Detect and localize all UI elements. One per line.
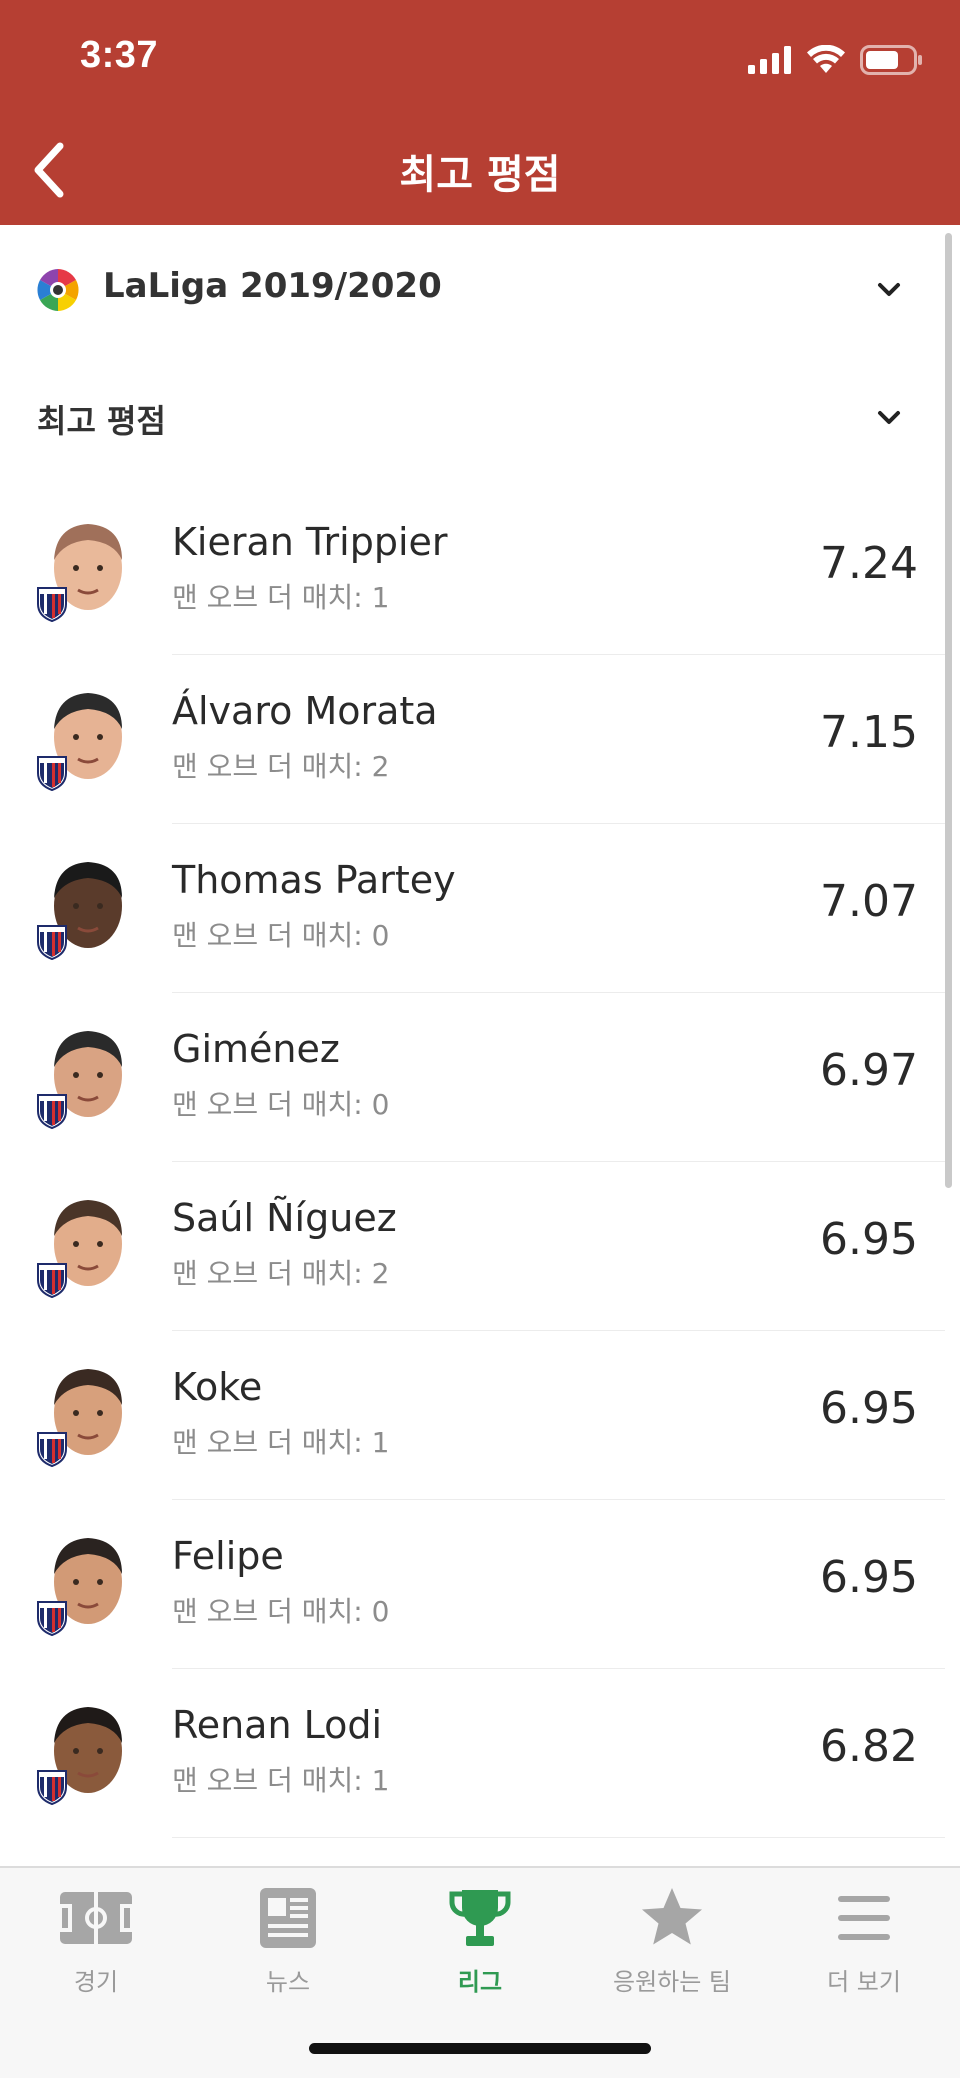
team-badge-icon (37, 925, 67, 960)
league-label: LaLiga 2019/2020 (103, 266, 442, 306)
chevron-down-icon (878, 283, 900, 296)
team-badge-icon (37, 1601, 67, 1636)
player-rating: 6.82 (820, 1721, 918, 1772)
screen: 3:37 최고 평점 LaLiga 2019/2020 최고 평점 Kieran… (0, 0, 960, 2078)
scrollbar[interactable] (945, 233, 952, 1188)
player-rating: 7.07 (820, 876, 918, 927)
player-row[interactable]: Saúl Ñíguez 맨 오브 더 매치: 2 6.95 (0, 1162, 945, 1331)
status-bar: 3:37 (0, 0, 960, 120)
tab-news[interactable]: 뉴스 (192, 1886, 384, 2006)
player-motm-count: 맨 오브 더 매치: 1 (172, 1764, 390, 1797)
tab-favorite-teams[interactable]: 응원하는 팀 (576, 1886, 768, 2006)
pitch-icon (58, 1892, 134, 1944)
tab-label: 리그 (457, 1968, 503, 1996)
player-motm-count: 맨 오브 더 매치: 2 (172, 1257, 390, 1290)
chevron-down-icon (878, 411, 900, 424)
player-name: Thomas Partey (172, 858, 456, 902)
team-badge-icon (37, 1770, 67, 1805)
player-row[interactable]: Koke 맨 오브 더 매치: 1 6.95 (0, 1331, 945, 1500)
player-row[interactable]: Álvaro Morata 맨 오브 더 매치: 2 7.15 (0, 655, 945, 824)
player-name: Giménez (172, 1027, 340, 1071)
player-name: Felipe (172, 1534, 284, 1578)
row-divider (172, 1837, 945, 1838)
player-row[interactable]: Felipe 맨 오브 더 매치: 0 6.95 (0, 1500, 945, 1669)
player-motm-count: 맨 오브 더 매치: 0 (172, 1595, 390, 1628)
team-badge-icon (37, 1094, 67, 1129)
player-motm-count: 맨 오브 더 매치: 2 (172, 750, 390, 783)
player-motm-count: 맨 오브 더 매치: 0 (172, 1088, 390, 1121)
player-motm-count: 맨 오브 더 매치: 0 (172, 919, 390, 952)
player-motm-count: 맨 오브 더 매치: 1 (172, 581, 390, 614)
menu-icon (838, 1896, 890, 1940)
battery-icon (860, 45, 922, 75)
tab-more[interactable]: 더 보기 (768, 1886, 960, 2006)
player-name: Álvaro Morata (172, 689, 438, 733)
player-row[interactable]: Kieran Trippier 맨 오브 더 매치: 1 7.24 (0, 486, 945, 655)
page-title: 최고 평점 (399, 152, 561, 198)
player-rating: 6.95 (820, 1552, 918, 1603)
player-row[interactable]: Giménez 맨 오브 더 매치: 0 6.97 (0, 993, 945, 1162)
tab-label: 응원하는 팀 (612, 1968, 732, 1996)
team-badge-icon (37, 1263, 67, 1298)
stat-category-selector[interactable]: 최고 평점 (0, 362, 945, 472)
player-rating: 6.97 (820, 1045, 918, 1096)
league-selector[interactable]: LaLiga 2019/2020 (0, 234, 945, 344)
team-badge-icon (37, 587, 67, 622)
player-row[interactable]: Thomas Partey 맨 오브 더 매치: 0 7.07 (0, 824, 945, 993)
tab-label: 더 보기 (827, 1968, 901, 1996)
team-badge-icon (37, 756, 67, 791)
star-icon (642, 1888, 702, 1945)
player-rating: 7.15 (820, 707, 918, 758)
home-indicator (309, 2043, 651, 2054)
status-time: 3:37 (80, 34, 159, 76)
wifi-icon (807, 45, 845, 73)
player-row[interactable]: Renan Lodi 맨 오브 더 매치: 1 6.82 (0, 1669, 945, 1838)
laliga-logo (37, 269, 79, 311)
team-badge-icon (37, 1432, 67, 1467)
trophy-icon (449, 1890, 511, 1946)
category-label: 최고 평점 (37, 402, 166, 440)
player-name: Kieran Trippier (172, 520, 448, 564)
tab-matches[interactable]: 경기 (0, 1886, 192, 2006)
news-icon (260, 1888, 316, 1948)
nav-bar: 최고 평점 (0, 120, 960, 225)
header: 3:37 최고 평점 (0, 0, 960, 225)
player-rating: 6.95 (820, 1214, 918, 1265)
tab-leagues[interactable]: 리그 (384, 1886, 576, 2006)
status-icons (748, 42, 924, 78)
tab-label: 뉴스 (265, 1968, 311, 1996)
player-name: Koke (172, 1365, 263, 1409)
signal-icon (748, 46, 791, 74)
player-rating: 7.24 (820, 538, 918, 589)
player-name: Saúl Ñíguez (172, 1196, 397, 1240)
player-motm-count: 맨 오브 더 매치: 1 (172, 1426, 390, 1459)
player-name: Renan Lodi (172, 1703, 383, 1747)
player-rating: 6.95 (820, 1383, 918, 1434)
tab-label: 경기 (73, 1968, 119, 1996)
